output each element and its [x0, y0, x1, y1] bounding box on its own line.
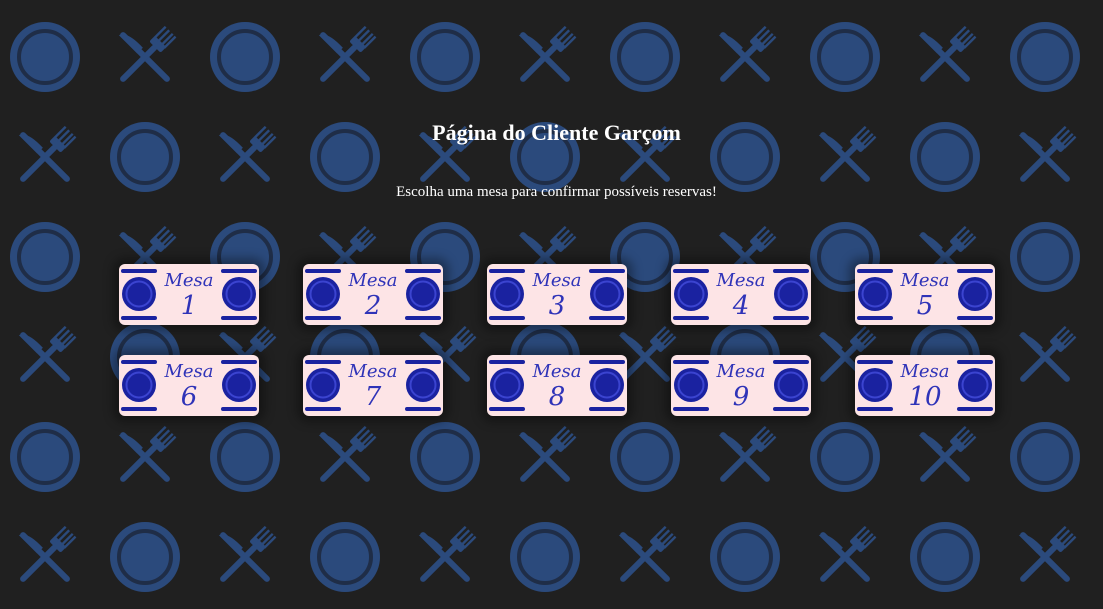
page-content: Página do Cliente Garçom Escolha uma mes…: [0, 0, 1103, 609]
tables-grid: Mesa 1 Mesa 2 Mesa 3 Mesa 4 Mesa 5 Mesa …: [119, 264, 999, 416]
page-title: Página do Cliente Garçom: [432, 120, 681, 145]
table-number: 8: [548, 382, 566, 412]
table-button-5[interactable]: Mesa 5: [855, 264, 995, 325]
table-label: Mesa: [900, 270, 950, 291]
table-label: Mesa: [532, 270, 582, 291]
table-plate-icon: [590, 277, 624, 311]
table-plate-icon: [674, 277, 708, 311]
table-button-9[interactable]: Mesa 9: [671, 355, 811, 416]
table-button-8[interactable]: Mesa 8: [487, 355, 627, 416]
table-number: 10: [908, 382, 942, 412]
table-plate-icon: [222, 368, 256, 402]
table-plate-icon: [490, 368, 524, 402]
table-label: Mesa: [348, 270, 398, 291]
table-plate-icon: [858, 277, 892, 311]
table-plate-icon: [222, 277, 256, 311]
table-button-3[interactable]: Mesa 3: [487, 264, 627, 325]
table-plate-icon: [406, 368, 440, 402]
table-label: Mesa: [900, 361, 950, 382]
table-label: Mesa: [716, 361, 766, 382]
table-label: Mesa: [164, 270, 214, 291]
table-label: Mesa: [348, 361, 398, 382]
table-button-7[interactable]: Mesa 7: [303, 355, 443, 416]
table-plate-icon: [306, 277, 340, 311]
table-plate-icon: [674, 368, 708, 402]
table-number: 7: [364, 382, 382, 412]
table-plate-icon: [774, 368, 808, 402]
table-number: 6: [180, 382, 198, 412]
table-number: 3: [548, 291, 566, 321]
table-number: 4: [732, 291, 750, 321]
table-plate-icon: [958, 277, 992, 311]
table-number: 9: [732, 382, 750, 412]
table-plate-icon: [306, 368, 340, 402]
table-plate-icon: [774, 277, 808, 311]
table-plate-icon: [590, 368, 624, 402]
table-button-2[interactable]: Mesa 2: [303, 264, 443, 325]
table-plate-icon: [958, 368, 992, 402]
table-plate-icon: [858, 368, 892, 402]
table-button-6[interactable]: Mesa 6: [119, 355, 259, 416]
page-subtitle: Escolha uma mesa para confirmar possívei…: [396, 184, 717, 200]
table-label: Mesa: [532, 361, 582, 382]
table-plate-icon: [122, 368, 156, 402]
table-plate-icon: [490, 277, 524, 311]
table-label: Mesa: [164, 361, 214, 382]
table-number: 2: [364, 291, 382, 321]
table-plate-icon: [122, 277, 156, 311]
table-number: 1: [180, 291, 198, 321]
table-plate-icon: [406, 277, 440, 311]
table-label: Mesa: [716, 270, 766, 291]
table-number: 5: [916, 291, 934, 321]
table-button-10[interactable]: Mesa 10: [855, 355, 995, 416]
table-button-4[interactable]: Mesa 4: [671, 264, 811, 325]
table-button-1[interactable]: Mesa 1: [119, 264, 259, 325]
